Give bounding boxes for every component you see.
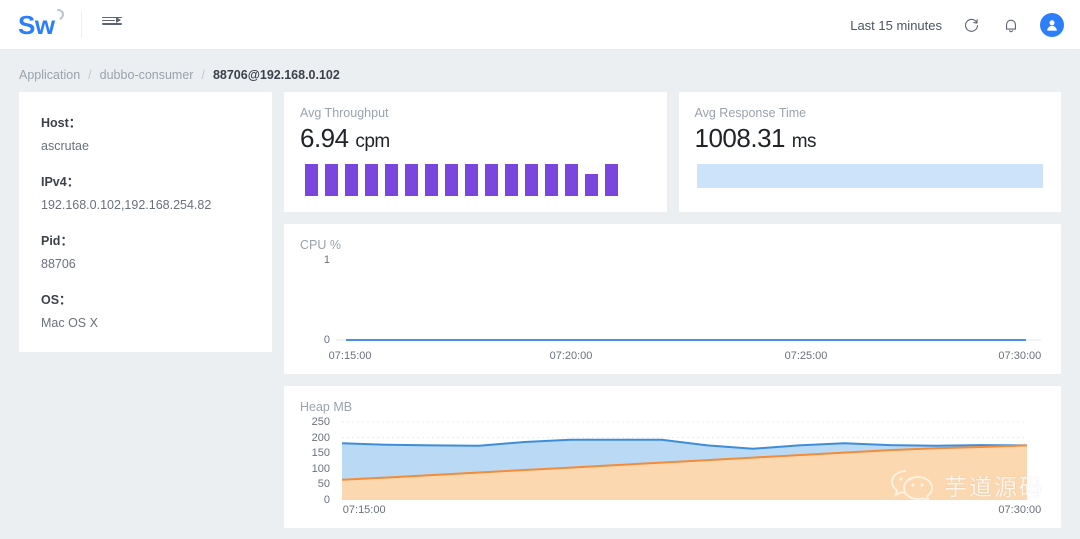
breadcrumb: Application / dubbo-consumer / 88706@192…	[0, 59, 1080, 91]
info-label-ipv4: IPv4：	[41, 175, 80, 189]
heap-y-tick: 100	[311, 462, 330, 475]
avg-response-time-unit: ms	[791, 131, 817, 152]
info-value-pid: 88706	[41, 257, 76, 271]
heap-mb-card: Heap MB 250 200 150 100 50 0 07:15:00 07:30:00	[283, 385, 1062, 529]
heap-y-axis: 250 200 150 100 50 0	[300, 416, 330, 506]
info-label-os: OS：	[41, 293, 72, 307]
avg-response-time-sparkline	[696, 164, 1043, 188]
metrics-column: Avg Throughput 6.94 cpm Avg Response Tim…	[283, 91, 1062, 529]
cpu-percent-plot-area: 10	[300, 254, 1045, 346]
cpu-x-tick: 07:20:00	[549, 350, 593, 362]
heap-y-tick: 250	[311, 416, 330, 428]
heap-y-tick: 0	[323, 494, 330, 506]
avg-throughput-unit: cpm	[355, 131, 390, 152]
heap-x-tick: 07:15:00	[342, 504, 386, 516]
info-value-ipv4: 192.168.0.102,192.168.254.82	[41, 198, 212, 212]
heap-plot	[336, 416, 1041, 500]
top-navigation-bar: Sw Last 15 minutes	[0, 0, 1080, 50]
cpu-y-tick: 0	[323, 334, 330, 346]
instance-info-card: Host： ascrutae IPv4： 192.168.0.102,192.1…	[18, 91, 273, 353]
heap-y-tick: 150	[311, 447, 330, 460]
heap-mb-title: Heap MB	[300, 400, 353, 414]
cpu-x-tick: 07:25:00	[784, 350, 828, 362]
throughput-bar	[445, 164, 458, 196]
avg-response-time-card: Avg Response Time 1008.31 ms	[677, 91, 1062, 213]
info-value-host: ascrutae	[41, 139, 89, 153]
info-value-os: Mac OS X	[41, 316, 98, 330]
avg-throughput-sparkline	[300, 164, 651, 196]
heap-x-tick: 07:30:00	[998, 504, 1042, 516]
cpu-percent-title: CPU %	[300, 238, 341, 252]
breadcrumb-separator: /	[88, 68, 92, 82]
avg-response-time-title: Avg Response Time	[694, 106, 807, 120]
throughput-bar	[585, 173, 598, 196]
throughput-bar	[465, 164, 478, 196]
throughput-bar	[505, 164, 518, 196]
main-content: Host： ascrutae IPv4： 192.168.0.102,192.1…	[0, 91, 1080, 529]
divider	[80, 11, 82, 38]
throughput-bar	[385, 164, 398, 196]
avg-response-time-number: 1008.31	[694, 123, 786, 153]
heap-mb-plot-area: 250 200 150 100 50 0	[300, 416, 1045, 506]
throughput-bar	[485, 164, 498, 196]
cpu-x-tick: 07:30:00	[998, 350, 1042, 362]
throughput-bar	[565, 164, 578, 196]
cpu-y-axis: 10	[300, 254, 330, 346]
breadcrumb-item-application[interactable]: Application	[19, 68, 80, 82]
time-range-selector[interactable]: Last 15 minutes	[850, 18, 942, 33]
avg-throughput-number: 6.94	[300, 123, 349, 153]
info-label-host: Host：	[41, 116, 82, 130]
heap-y-tick: 200	[311, 431, 330, 444]
throughput-bar	[425, 164, 438, 196]
throughput-bar	[365, 164, 378, 196]
throughput-bar	[325, 164, 338, 196]
cpu-plot	[336, 254, 1041, 346]
info-label-pid: Pid：	[41, 234, 73, 248]
breadcrumb-item-service[interactable]: dubbo-consumer	[100, 68, 194, 82]
avg-throughput-value: 6.94 cpm	[300, 123, 651, 154]
avg-response-time-value: 1008.31 ms	[695, 123, 1046, 154]
bell-icon[interactable]	[1000, 14, 1022, 36]
logo-text: Sw	[18, 9, 55, 40]
throughput-bar	[605, 164, 618, 196]
throughput-bar	[405, 164, 418, 196]
menu-collapse-icon[interactable]	[101, 16, 122, 33]
breadcrumb-separator: /	[201, 68, 205, 82]
refresh-icon[interactable]	[960, 14, 982, 36]
avg-throughput-card: Avg Throughput 6.94 cpm	[283, 91, 668, 213]
cpu-x-tick: 07:15:00	[328, 350, 372, 362]
heap-x-axis: 07:15:00 07:30:00	[336, 500, 1041, 520]
throughput-bar	[545, 164, 558, 196]
cpu-x-axis: 07:15:00 07:20:00 07:25:00 07:30:00	[329, 346, 1042, 366]
avg-throughput-title: Avg Throughput	[300, 106, 389, 120]
throughput-bar	[345, 164, 358, 196]
top-bar-actions: Last 15 minutes	[850, 0, 1064, 50]
breadcrumb-item-instance: 88706@192.168.0.102	[212, 68, 340, 82]
cpu-y-tick: 1	[323, 254, 330, 266]
app-logo[interactable]: Sw	[18, 6, 66, 40]
throughput-bar	[525, 164, 538, 196]
throughput-bar	[305, 164, 318, 196]
metric-summary-row: Avg Throughput 6.94 cpm Avg Response Tim…	[283, 91, 1062, 213]
user-avatar-icon[interactable]	[1040, 13, 1064, 37]
heap-y-tick: 50	[317, 478, 330, 491]
cpu-percent-card: CPU % 10 07:15:00 07:20:00 07:25:00 07:30:0…	[283, 223, 1062, 375]
instance-info-column: Host： ascrutae IPv4： 192.168.0.102,192.1…	[18, 91, 273, 353]
